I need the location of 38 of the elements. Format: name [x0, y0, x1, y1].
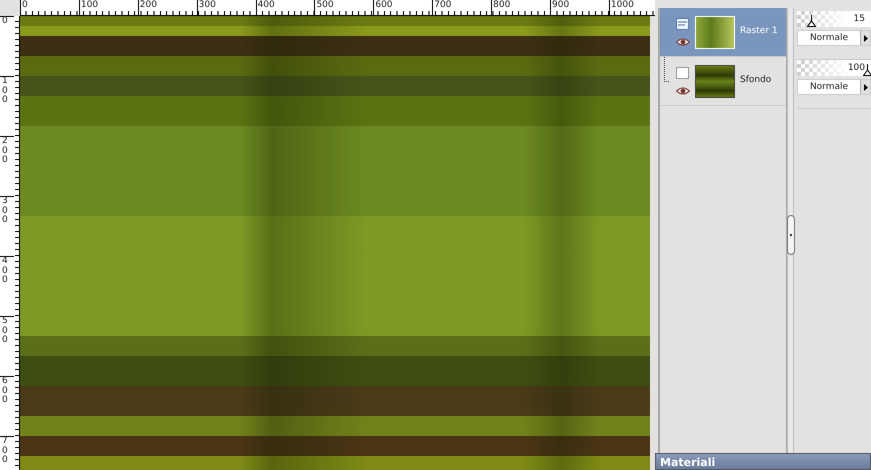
- blend-mode-dropdown[interactable]: Normale: [797, 79, 871, 95]
- layer-thumbnail: [695, 64, 735, 98]
- ruler-label: 500: [316, 0, 334, 10]
- layer-thumbnail: [695, 16, 735, 48]
- ruler-label: 200: [140, 0, 157, 10]
- ruler-label: 0: [22, 0, 28, 10]
- panel-title: Materiali: [655, 453, 871, 470]
- opacity-slider[interactable]: 100: [797, 60, 871, 76]
- panel-splitter-handle[interactable]: [787, 215, 796, 255]
- dropdown-arrow-icon: [864, 84, 868, 90]
- eye-icon[interactable]: [676, 38, 690, 46]
- ruler-label: 200: [2, 137, 8, 166]
- ruler-label: 1000: [610, 0, 634, 10]
- ruler-label: 800: [493, 0, 510, 10]
- ruler-label: 600: [375, 0, 393, 10]
- ruler-label: 100: [80, 0, 98, 10]
- ruler-label: 900: [552, 0, 570, 10]
- ruler-label: 400: [2, 257, 8, 286]
- eye-icon[interactable]: [676, 87, 690, 95]
- blend-mode-dropdown[interactable]: Normale: [797, 30, 871, 46]
- background-layer-icon: [676, 67, 689, 79]
- ruler-label: 400: [258, 0, 275, 10]
- slider-thumb[interactable]: [863, 64, 871, 76]
- ruler-label: 0: [2, 17, 8, 27]
- ruler-label: 300: [198, 0, 216, 10]
- layer-row[interactable]: Sfondo: [660, 57, 786, 106]
- dropdown-arrow-icon: [864, 34, 868, 42]
- ruler-label: 100: [2, 77, 8, 106]
- slider-thumb[interactable]: [806, 15, 816, 27]
- ruler-label: 600: [2, 377, 8, 406]
- ruler-label: 700: [2, 437, 8, 466]
- opacity-slider[interactable]: 15: [797, 11, 871, 27]
- raster-layer-icon: [676, 18, 689, 30]
- ruler-label: 300: [2, 197, 8, 226]
- layer-name: Raster 1: [740, 25, 778, 38]
- ruler-label: 700: [434, 0, 452, 10]
- ruler-label: 500: [2, 317, 8, 346]
- layer-name: Sfondo: [740, 74, 772, 88]
